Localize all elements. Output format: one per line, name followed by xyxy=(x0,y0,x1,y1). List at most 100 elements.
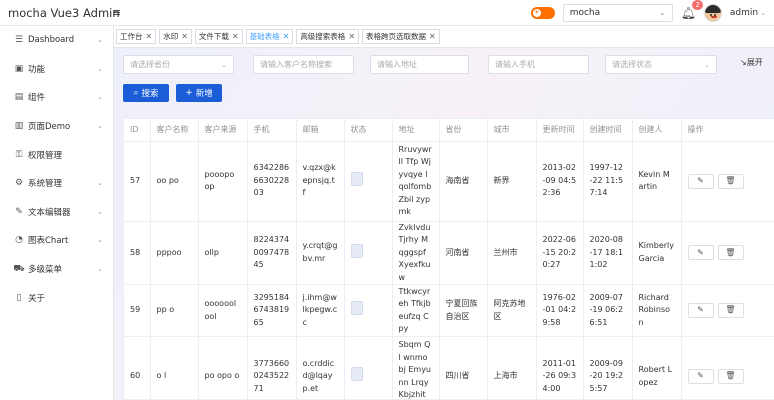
sidebar-item[interactable]: ⚙ 系统管理 ⌄ xyxy=(0,169,113,198)
delete-button[interactable]: 🗑︎ xyxy=(717,245,744,261)
close-icon[interactable]: ✕ xyxy=(232,32,239,41)
chevron-down-icon: ⌄ xyxy=(760,8,766,17)
customer-name-input[interactable]: 请输入客户名称搜索 xyxy=(253,55,354,74)
close-icon[interactable]: ✕ xyxy=(348,32,355,41)
search-button-label: 搜索 xyxy=(141,89,159,99)
delete-icon: 🗑︎ xyxy=(725,175,736,185)
status-cell xyxy=(344,284,393,337)
cell-city: 新界 xyxy=(487,141,537,222)
edit-button[interactable]: ✎ xyxy=(687,369,714,384)
table-header-row: ID 客户名称 客户来源 手机 邮箱 状态 地址 省份 城市 更新时间 创建时间 创建人 操作 xyxy=(124,119,774,142)
sun-icon: ☀ xyxy=(532,8,541,17)
chevron-down-icon: ⌄ xyxy=(658,8,666,17)
dark-mode-toggle[interactable]: ☀ xyxy=(530,6,555,19)
menu-icon[interactable]: ≡ xyxy=(112,6,121,19)
cell-source: po opo o xyxy=(198,336,248,400)
address-input[interactable]: 请输入地址 xyxy=(370,55,469,74)
sidebar-item[interactable]: ☰ Dashboard ⌄ xyxy=(0,26,113,55)
sidebar-item-label: 页面Demo xyxy=(28,122,71,133)
sidebar-item[interactable]: ⛟ 多级菜单 ⌄ xyxy=(0,255,113,284)
column-header: 手机 xyxy=(247,119,297,142)
tab-label: 高级搜索表格 xyxy=(300,32,346,41)
close-icon[interactable]: ✕ xyxy=(283,32,290,41)
chevron-down-icon: ⌄ xyxy=(97,179,103,188)
delete-button[interactable]: 🗑︎ xyxy=(717,303,744,318)
expand-toggle[interactable]: ↘展开 xyxy=(740,57,763,68)
province-select[interactable]: 请选择省份 ⌄ xyxy=(123,55,234,74)
edit-button[interactable]: ✎ xyxy=(687,245,714,261)
avatar[interactable] xyxy=(703,3,722,22)
actions-cell: ✎ 🗑︎ xyxy=(681,221,774,285)
tab[interactable]: 基础表格 ✕ xyxy=(245,29,294,44)
cell-province: 河南省 xyxy=(439,221,488,285)
data-table: ID 客户名称 客户来源 手机 邮箱 状态 地址 省份 城市 更新时间 创建时间 创建人 操作 57 oo… xyxy=(123,118,774,400)
tab[interactable]: 高级搜索表格 ✕ xyxy=(296,29,360,44)
sidebar-item-label: 权限管理 xyxy=(28,150,63,161)
plus-icon: + xyxy=(185,88,193,98)
cell-phone: 8224374009747845 xyxy=(247,221,297,285)
column-header: 客户来源 xyxy=(198,119,248,142)
status-switch[interactable] xyxy=(350,171,363,186)
search-icon: ⌕ xyxy=(133,88,139,98)
cell-name: pppoo xyxy=(150,221,199,285)
table-row: 60 o l po opo o 3773660024352271 o.crddic d@… xyxy=(124,336,774,400)
bell-icon[interactable]: 🔔︎ 2 xyxy=(681,0,703,20)
phone-input[interactable]: 请输入手机 xyxy=(488,55,589,74)
close-icon[interactable]: ✕ xyxy=(429,32,436,41)
sidebar-item[interactable]: ▣ 功能 ⌄ xyxy=(0,55,113,84)
cell-creator: Kimberly Garcia xyxy=(632,221,682,285)
delete-button[interactable]: 🗑︎ xyxy=(717,369,744,384)
theme-select[interactable]: mocha ⌄ xyxy=(562,3,673,22)
status-switch[interactable] xyxy=(350,367,363,382)
expand-label: 展开 xyxy=(746,58,763,67)
edit-button[interactable]: ✎ xyxy=(687,303,714,318)
chevron-down-icon: ⌄ xyxy=(97,207,103,216)
sidebar: ☰ Dashboard ⌄ ▣ 功能 ⌄ ▤ 组件 ⌄ ▥ 页面Demo ⌄ ⚿ 权限管理 ⚙ 系统管理 ⌄ ✎ 文… xyxy=(0,26,114,400)
tab-label: 工作台 xyxy=(120,32,143,41)
status-switch[interactable] xyxy=(350,243,363,258)
actions-cell: ✎ 🗑︎ xyxy=(681,141,774,222)
tab[interactable]: 表格跨页选取数据 ✕ xyxy=(362,29,440,44)
tab-label: 表格跨页选取数据 xyxy=(366,32,427,41)
chevron-down-icon: ⌄ xyxy=(97,122,103,131)
add-button[interactable]: + 新增 xyxy=(176,84,222,102)
cell-address: Rruvywrll Tfp Wjyvqye lqolfomb Zbil zypm… xyxy=(392,141,440,222)
column-header: 创建时间 xyxy=(583,119,633,142)
cell-province: 海南省 xyxy=(439,141,488,222)
search-button[interactable]: ⌕ 搜索 xyxy=(123,84,169,102)
edit-icon: ✎ xyxy=(697,247,704,257)
phone-icon: ▯ xyxy=(16,292,22,303)
tab[interactable]: 工作台 ✕ xyxy=(116,29,157,44)
cell-phone: 3295184674381965 xyxy=(247,284,297,337)
function-icon: ▣ xyxy=(14,63,24,74)
cell-id: 58 xyxy=(124,221,151,285)
expand-arrow-icon: ↘ xyxy=(740,58,747,67)
sidebar-item[interactable]: ◔ 图表Chart ⌄ xyxy=(0,226,113,255)
edit-button[interactable]: ✎ xyxy=(687,173,714,189)
tab[interactable]: 文件下载 ✕ xyxy=(194,29,243,44)
sidebar-item[interactable]: ▯ 关于 xyxy=(0,283,113,312)
status-switch[interactable] xyxy=(350,301,363,316)
user-menu[interactable]: admin ⌄ xyxy=(730,8,766,18)
cell-creator: Richard Robinson xyxy=(632,284,682,337)
status-cell xyxy=(344,141,393,222)
chart-icon: ◔ xyxy=(15,235,23,246)
close-icon[interactable]: ✕ xyxy=(181,32,188,41)
sidebar-item-label: 系统管理 xyxy=(28,179,63,190)
cell-email: o.crddic d@lqayp.et xyxy=(296,336,345,400)
sidebar-item[interactable]: ✎ 文本编辑器 ⌄ xyxy=(0,198,113,227)
sidebar-item[interactable]: ⚿ 权限管理 xyxy=(0,140,113,169)
phone-placeholder: 请输入手机 xyxy=(495,60,535,69)
close-icon[interactable]: ✕ xyxy=(146,32,153,41)
cell-updated: 2013-02-09 04:52:36 xyxy=(536,141,584,222)
sidebar-item[interactable]: ▥ 页面Demo ⌄ xyxy=(0,112,113,141)
tab[interactable]: 水印 ✕ xyxy=(159,29,192,44)
status-cell xyxy=(344,221,393,285)
sidebar-item-label: 图表Chart xyxy=(28,236,69,247)
cell-name: o l xyxy=(150,336,199,400)
cell-city: 兰州市 xyxy=(487,221,537,285)
column-header: 省份 xyxy=(439,119,488,142)
status-select[interactable]: 请选择状态 ⌄ xyxy=(605,55,717,74)
sidebar-item[interactable]: ▤ 组件 ⌄ xyxy=(0,83,113,112)
delete-button[interactable]: 🗑︎ xyxy=(717,173,744,189)
